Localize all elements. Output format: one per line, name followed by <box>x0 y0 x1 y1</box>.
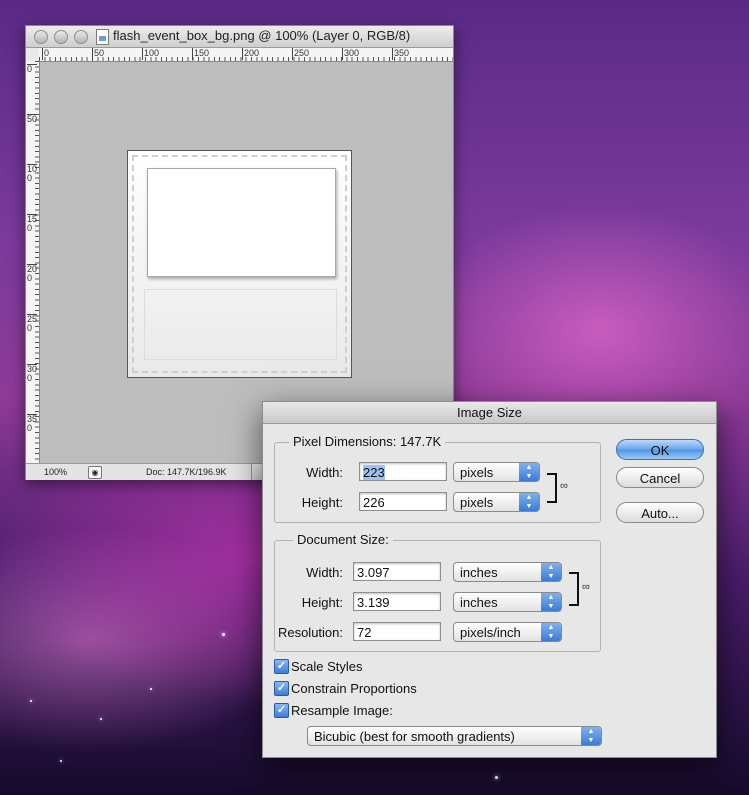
pixel-width-value: 223 <box>363 465 385 480</box>
star <box>100 718 102 720</box>
ruler-tick-label: 200 <box>242 48 260 60</box>
updown-arrow-icon: ▲ ▼ <box>519 493 539 511</box>
doc-height-unit-select[interactable]: inches ▲ ▼ <box>453 592 562 612</box>
resolution-unit-value: pixels/inch <box>460 625 521 640</box>
doc-link-bracket <box>569 572 579 606</box>
updown-arrow-icon: ▲ ▼ <box>541 593 561 611</box>
pixel-height-label: Height: <box>301 495 343 510</box>
star <box>495 776 498 779</box>
pixel-width-unit-select[interactable]: pixels ▲ ▼ <box>453 462 540 482</box>
ruler-tick-label: 50 <box>92 48 105 60</box>
ruler-tick-label: 350 <box>27 414 38 433</box>
ruler-tick-label: 250 <box>292 48 310 60</box>
resolution-unit-select[interactable]: pixels/inch ▲ ▼ <box>453 622 562 642</box>
pixel-width-label: Width: <box>306 465 343 480</box>
constrain-proportions-checkbox[interactable]: ✓ <box>274 681 289 696</box>
scale-styles-checkbox[interactable]: ✓ <box>274 659 289 674</box>
ruler-tick-label: 300 <box>342 48 360 60</box>
document-proxy-icon[interactable] <box>96 29 109 45</box>
canvas-white-panel <box>147 168 336 277</box>
pixel-height-unit-select[interactable]: pixels ▲ ▼ <box>453 492 540 512</box>
ruler-tick-label: 150 <box>192 48 210 60</box>
resample-method-value: Bicubic (best for smooth gradients) <box>314 729 515 744</box>
pixel-width-field[interactable]: 223 <box>359 462 447 481</box>
resample-image-label: Resample Image: <box>291 703 393 718</box>
document-size-group: Document Size: Width: 3.097 inches ▲ ▼ He… <box>274 532 601 652</box>
ruler-tick-label: 100 <box>142 48 160 60</box>
zoom-level[interactable]: 100% <box>44 467 67 477</box>
pixel-height-field[interactable]: 226 <box>359 492 447 511</box>
ruler-tick-label: 0 <box>27 64 37 74</box>
minimize-window-button[interactable] <box>54 30 68 44</box>
ruler-tick-label: 100 <box>27 164 38 183</box>
document-title: flash_event_box_bg.png @ 100% (Layer 0, … <box>113 28 411 43</box>
ruler-tick-label: 200 <box>27 264 38 283</box>
canvas-lower-box <box>144 289 337 360</box>
resample-image-checkbox[interactable]: ✓ <box>274 703 289 718</box>
star <box>30 700 32 702</box>
ruler-tick-label: 250 <box>27 314 38 333</box>
updown-arrow-icon: ▲ ▼ <box>541 623 561 641</box>
resolution-value: 72 <box>357 625 372 640</box>
image-size-dialog: Image Size Pixel Dimensions: 147.7K Widt… <box>262 401 717 758</box>
close-window-button[interactable] <box>34 30 48 44</box>
pixel-width-unit-value: pixels <box>460 465 494 480</box>
pixel-height-value: 226 <box>363 495 385 510</box>
horizontal-ruler[interactable]: 0 50 100 150 200 250 300 350 <box>39 48 453 62</box>
updown-arrow-icon: ▲ ▼ <box>519 463 539 481</box>
pixel-dimensions-label: Pixel Dimensions: <box>293 434 397 449</box>
auto-button[interactable]: Auto... <box>616 502 704 523</box>
resample-method-select[interactable]: Bicubic (best for smooth gradients) ▲ ▼ <box>307 726 602 746</box>
cancel-button[interactable]: Cancel <box>616 467 704 488</box>
scale-styles-label: Scale Styles <box>291 659 363 674</box>
vertical-ruler[interactable]: 0 50 100 150 200 250 300 350 <box>26 61 40 463</box>
star <box>150 688 152 690</box>
ruler-tick-label: 150 <box>27 214 38 233</box>
pixel-dimensions-heading: Pixel Dimensions: 147.7K <box>289 434 446 449</box>
ruler-tick-label: 0 <box>42 48 50 60</box>
document-size-readout[interactable]: Doc: 147.7K/196.9K <box>146 467 227 477</box>
doc-width-value: 3.097 <box>357 565 390 580</box>
star <box>222 633 225 636</box>
ruler-tick-label: 300 <box>27 364 38 383</box>
updown-arrow-icon: ▲ ▼ <box>581 727 601 745</box>
resolution-label: Resolution: <box>277 625 343 640</box>
doc-height-label: Height: <box>301 595 343 610</box>
doc-height-unit-value: inches <box>460 595 498 610</box>
chain-link-icon: ∞ <box>560 480 568 492</box>
zoom-window-button[interactable] <box>74 30 88 44</box>
doc-width-unit-select[interactable]: inches ▲ ▼ <box>453 562 562 582</box>
ruler-tick-label: 350 <box>392 48 410 60</box>
ok-button[interactable]: OK <box>616 439 704 460</box>
pixel-dimensions-size: 147.7K <box>399 434 442 449</box>
resolution-field[interactable]: 72 <box>353 622 441 641</box>
doc-width-unit-value: inches <box>460 565 498 580</box>
pixel-dimensions-group: Pixel Dimensions: 147.7K Width: 223 pixe… <box>274 434 601 523</box>
constrain-proportions-label: Constrain Proportions <box>291 681 417 696</box>
document-title-bar[interactable]: flash_event_box_bg.png @ 100% (Layer 0, … <box>26 26 453 48</box>
doc-height-field[interactable]: 3.139 <box>353 592 441 611</box>
image-canvas[interactable] <box>127 150 352 378</box>
ruler-origin[interactable] <box>26 48 40 62</box>
star <box>60 760 62 762</box>
doc-width-label: Width: <box>306 565 343 580</box>
chain-link-icon: ∞ <box>582 581 590 593</box>
status-menu-icon[interactable]: ◉ <box>88 466 102 479</box>
document-size-heading: Document Size: <box>293 532 393 547</box>
pixel-link-bracket <box>547 473 557 503</box>
pixel-height-unit-value: pixels <box>460 495 494 510</box>
updown-arrow-icon: ▲ ▼ <box>541 563 561 581</box>
doc-width-field[interactable]: 3.097 <box>353 562 441 581</box>
doc-height-value: 3.139 <box>357 595 390 610</box>
dialog-title: Image Size <box>263 402 716 424</box>
ruler-tick-label: 50 <box>27 114 38 124</box>
